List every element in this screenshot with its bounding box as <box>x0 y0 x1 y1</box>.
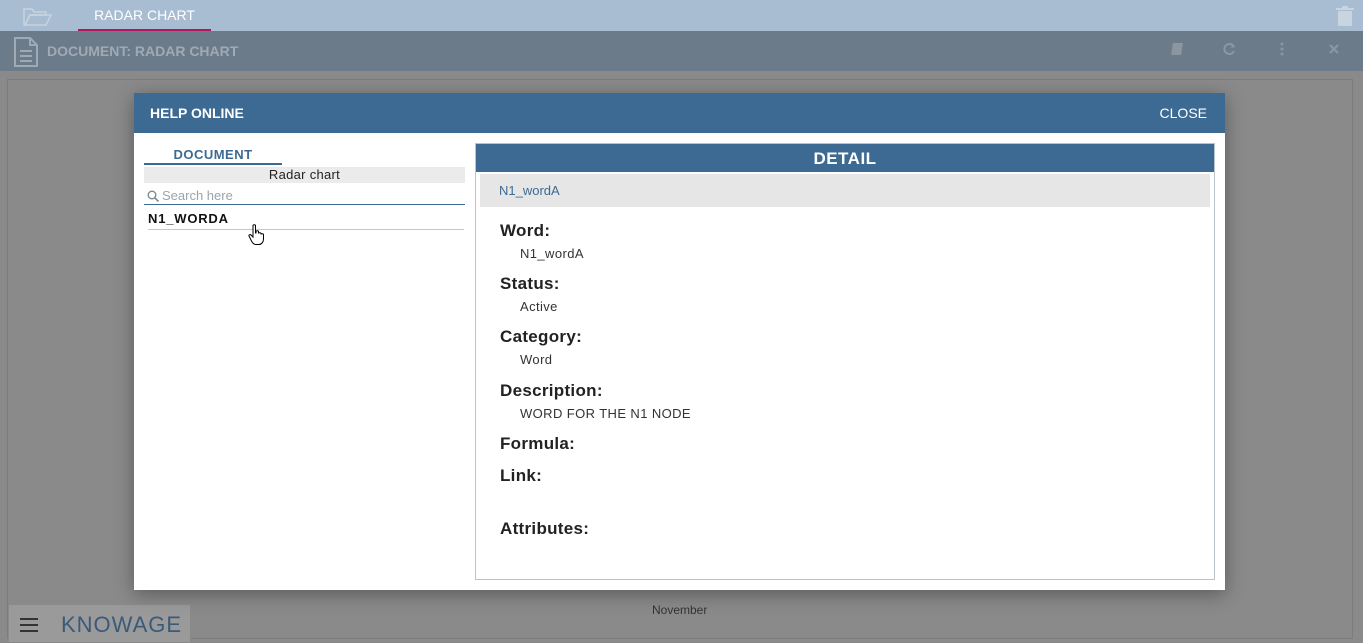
category-label: Category: <box>500 327 583 346</box>
detail-header: DETAIL <box>476 144 1214 172</box>
close-button[interactable]: CLOSE <box>1160 93 1207 133</box>
link-label: Link: <box>500 466 543 485</box>
brand-bar: KNOWAGE <box>8 604 191 643</box>
word-label: Word: <box>500 221 551 240</box>
search-icon <box>147 190 159 202</box>
trash-icon[interactable] <box>1334 5 1356 27</box>
search-input[interactable] <box>162 187 462 203</box>
document-name: Radar chart <box>144 167 465 183</box>
hamburger-menu-icon[interactable] <box>20 618 38 632</box>
book-icon[interactable] <box>1168 41 1188 61</box>
tab-document[interactable]: DOCUMENT <box>144 147 282 165</box>
selected-word-title: N1_wordA <box>480 174 1210 207</box>
document-title: DOCUMENT: RADAR CHART <box>47 43 239 59</box>
description-value: WORD FOR THE N1 NODE <box>520 406 691 421</box>
refresh-icon[interactable] <box>1220 41 1240 61</box>
folder-open-icon[interactable] <box>22 5 52 27</box>
dialog-title: HELP ONLINE <box>150 105 244 121</box>
more-options-icon[interactable] <box>1272 41 1292 61</box>
list-item[interactable]: N1_WORDA <box>148 211 464 230</box>
help-online-dialog: HELP ONLINE CLOSE DOCUMENT Radar chart N… <box>134 93 1225 590</box>
dialog-header: HELP ONLINE CLOSE <box>134 93 1225 133</box>
status-label: Status: <box>500 274 560 293</box>
document-toolbar: DOCUMENT: RADAR CHART <box>0 31 1363 71</box>
tab-radar-chart[interactable]: RADAR CHART <box>78 0 211 31</box>
search-row <box>144 186 465 205</box>
category-value: Word <box>520 352 553 367</box>
attributes-label: Attributes: <box>500 519 590 538</box>
status-value: Active <box>520 299 558 314</box>
formula-label: Formula: <box>500 434 576 453</box>
top-tab-bar: RADAR CHART <box>0 0 1363 31</box>
detail-panel: DETAIL N1_wordA Word: N1_wordA Status: A… <box>475 143 1215 580</box>
knowage-logo: KNOWAGE <box>61 612 183 637</box>
document-icon <box>14 37 38 67</box>
word-value: N1_wordA <box>520 246 584 261</box>
description-label: Description: <box>500 381 603 400</box>
close-document-icon[interactable] <box>1324 41 1344 61</box>
chart-month-label: November <box>652 603 708 617</box>
hand-pointer-icon <box>248 224 264 245</box>
